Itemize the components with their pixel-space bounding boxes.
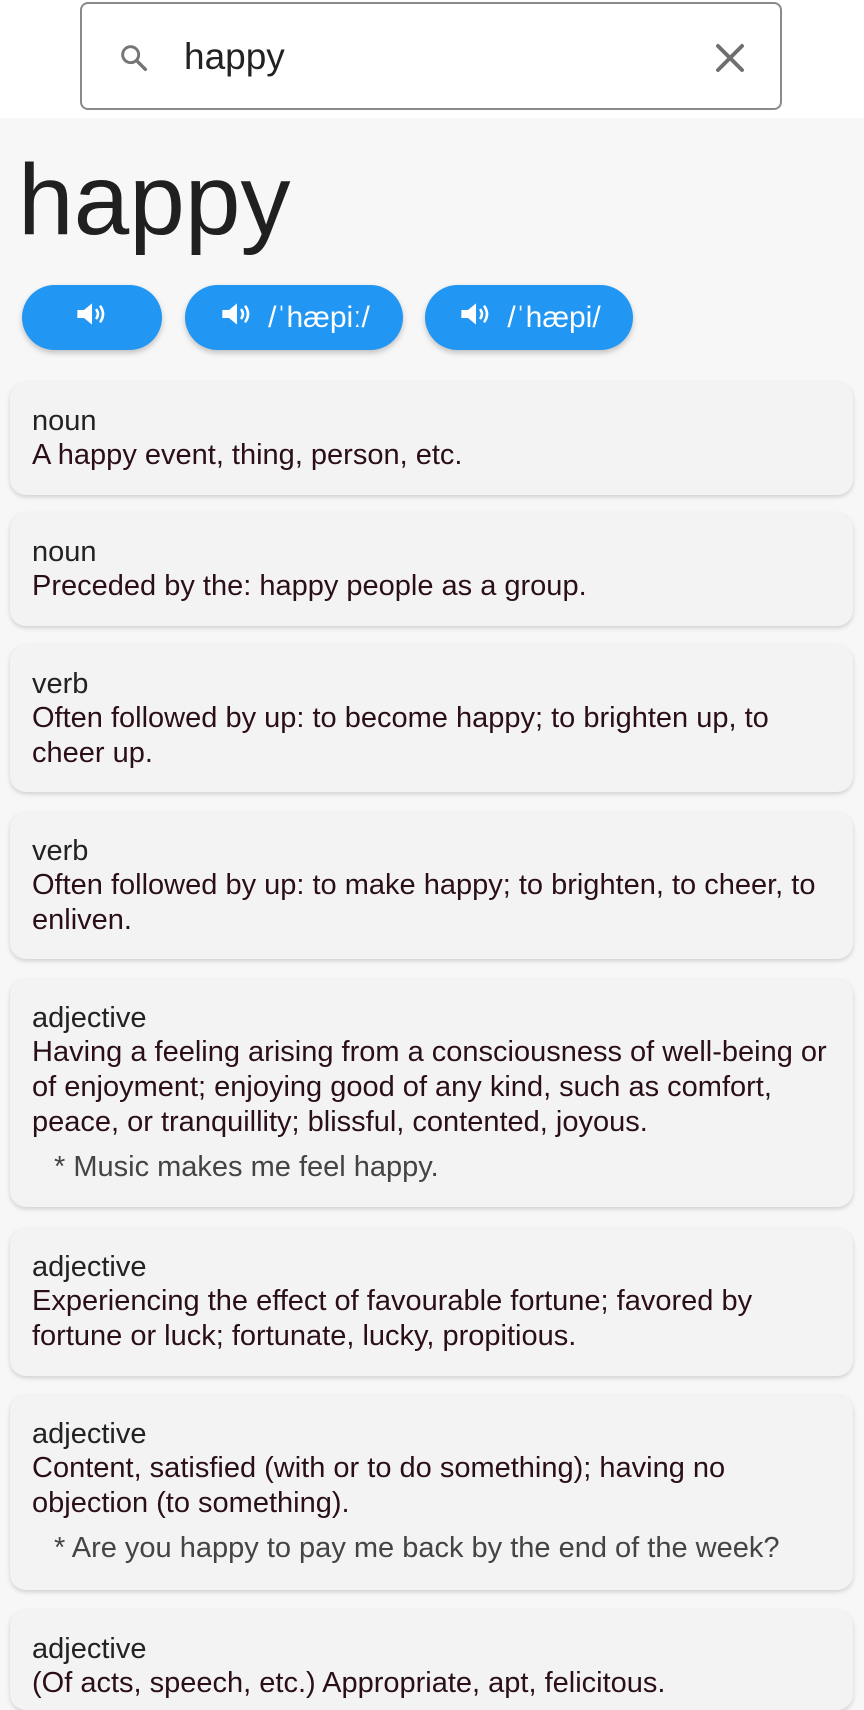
speaker-icon xyxy=(457,298,495,338)
definition-text: A happy event, thing, person, etc. xyxy=(32,439,463,471)
example-sentence: * Are you happy to pay me back by the en… xyxy=(54,1532,780,1564)
part-of-speech: verb xyxy=(32,668,89,700)
part-of-speech: adjective xyxy=(32,1002,147,1034)
definition-card: noun Preceded by the: happy people as a … xyxy=(10,513,853,626)
definition-card: verb Often followed by up: to make happy… xyxy=(10,812,853,959)
definition-text: Having a feeling arising from a consciou… xyxy=(32,1036,827,1138)
definition-card: adjective Content, satisfied (with or to… xyxy=(10,1395,853,1590)
definition-text: Often followed by up: to become happy; t… xyxy=(32,702,769,769)
definition-text: (Of acts, speech, etc.) Appropriate, apt… xyxy=(32,1667,666,1699)
speaker-icon xyxy=(218,298,256,338)
search-input[interactable] xyxy=(184,30,684,84)
definition-text: Often followed by up: to make happy; to … xyxy=(32,869,816,936)
search-box[interactable] xyxy=(80,2,782,110)
part-of-speech: adjective xyxy=(32,1251,147,1283)
close-icon[interactable] xyxy=(712,40,748,76)
example-sentence: * Music makes me feel happy. xyxy=(54,1151,439,1183)
ipa-label: /ˈhæpi/ xyxy=(507,300,601,334)
part-of-speech: adjective xyxy=(32,1418,147,1450)
definition-text: Experiencing the effect of favourable fo… xyxy=(32,1285,753,1352)
part-of-speech: noun xyxy=(32,536,97,568)
audio-button-1[interactable] xyxy=(22,285,162,350)
definition-card: noun A happy event, thing, person, etc. xyxy=(10,382,853,495)
headword-title: happy xyxy=(18,144,291,256)
definition-card: verb Often followed by up: to become hap… xyxy=(10,645,853,792)
ipa-label: /ˈhæpiː/ xyxy=(268,300,370,334)
speaker-icon xyxy=(73,298,111,338)
definition-card: adjective (Of acts, speech, etc.) Approp… xyxy=(10,1610,853,1710)
part-of-speech: adjective xyxy=(32,1633,147,1665)
definition-card: adjective Experiencing the effect of fav… xyxy=(10,1228,853,1376)
part-of-speech: noun xyxy=(32,405,97,437)
search-header xyxy=(0,0,864,118)
part-of-speech: verb xyxy=(32,835,89,867)
definition-text: Content, satisfied (with or to do someth… xyxy=(32,1452,726,1519)
search-icon xyxy=(118,42,150,74)
audio-button-2[interactable]: /ˈhæpiː/ xyxy=(185,285,403,350)
definition-text: Preceded by the: happy people as a group… xyxy=(32,570,587,602)
definition-card: adjective Having a feeling arising from … xyxy=(10,979,853,1207)
audio-button-3[interactable]: /ˈhæpi/ xyxy=(425,285,633,350)
